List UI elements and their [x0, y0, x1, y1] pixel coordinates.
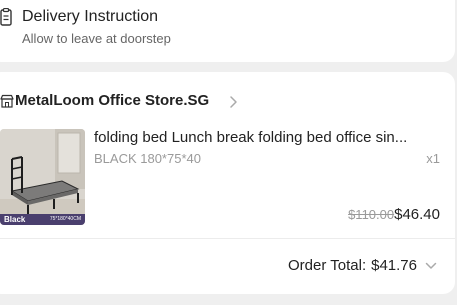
thumbnail-color-label: Black [4, 215, 26, 224]
product-thumbnail[interactable]: Black 75*180*40CM [0, 129, 85, 225]
folding-bed-image [0, 129, 85, 225]
thumbnail-size-label: 75*180*40CM [49, 216, 81, 222]
order-total-label: Order Total: [288, 257, 367, 274]
delivery-instruction-title: Delivery Instruction [22, 8, 159, 25]
chevron-right-icon[interactable] [228, 95, 238, 109]
order-total-value: $41.76 [371, 257, 417, 274]
product-title[interactable]: folding bed Lunch break folding bed offi… [94, 129, 439, 146]
store-name[interactable]: MetalLoom Office Store.SG [15, 92, 209, 109]
order-total-row[interactable]: Order Total: $41.76 [288, 257, 437, 274]
delivery-instruction-value: Allow to leave at doorstep [22, 31, 171, 46]
store-icon [0, 94, 14, 108]
price-row: $110.00$46.40 [348, 206, 440, 224]
chevron-down-icon[interactable] [425, 262, 437, 270]
current-price: $46.40 [394, 206, 440, 223]
divider [0, 238, 455, 239]
thumbnail-caption: Black 75*180*40CM [0, 214, 85, 225]
original-price: $110.00 [348, 207, 395, 222]
product-quantity: x1 [426, 151, 440, 166]
note-icon [0, 8, 12, 26]
store-order-card: MetalLoom Office Store.SG Black 75*180*4… [0, 72, 455, 294]
delivery-instruction-card[interactable]: Delivery Instruction Allow to leave at d… [0, 0, 455, 62]
product-variant: BLACK 180*75*40 [94, 151, 201, 166]
